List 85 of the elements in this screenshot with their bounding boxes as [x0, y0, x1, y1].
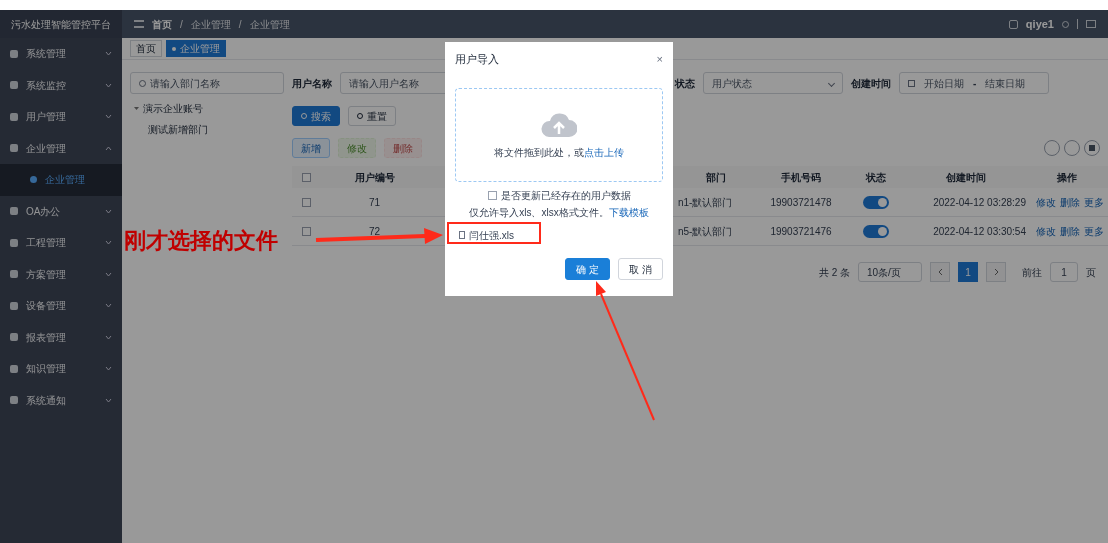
- action-link[interactable]: 删除: [1060, 223, 1080, 239]
- goto-label: 前往: [1022, 265, 1042, 280]
- tab[interactable]: 首页: [130, 40, 162, 57]
- checkbox[interactable]: [487, 191, 497, 200]
- field-label: 创建时间: [851, 76, 891, 91]
- upload-dropzone[interactable]: 将文件拖到此处，或点击上传: [455, 88, 663, 182]
- action-link[interactable]: 修改: [1036, 194, 1056, 210]
- date-range-field[interactable]: 开始日期 - 结束日期: [899, 72, 1049, 94]
- sidebar-subitem[interactable]: 企业管理: [0, 164, 122, 196]
- sidebar-item[interactable]: 工程管理: [0, 227, 122, 259]
- search-field[interactable]: 请输入部门名称: [130, 72, 284, 94]
- table-cell-text: 2022-04-12 03:28:29: [932, 195, 1026, 210]
- breadcrumb-item[interactable]: 首页: [152, 16, 172, 32]
- date-separator: -: [973, 76, 977, 91]
- annotation-text: 刚才选择的文件: [124, 230, 278, 252]
- add-button[interactable]: 新增: [292, 138, 330, 158]
- action-link[interactable]: 修改: [1036, 223, 1056, 239]
- previous-page-button[interactable]: [930, 262, 950, 282]
- tree-node[interactable]: 测试新增部门: [148, 122, 208, 137]
- search-button[interactable]: 搜索: [292, 106, 340, 126]
- column-header: 部门: [705, 170, 727, 185]
- dropzone-text: 将文件拖到此处，或点击上传: [494, 145, 624, 160]
- tree-node[interactable]: 演示企业账号: [143, 101, 203, 116]
- sidebar-item[interactable]: 报表管理: [0, 321, 122, 353]
- confirm-button[interactable]: 确 定: [565, 258, 611, 280]
- dialog-title: 用户导入: [455, 51, 499, 67]
- status-select[interactable]: 用户状态: [703, 72, 843, 94]
- chevron-left-icon: [937, 268, 943, 276]
- sidebar-item[interactable]: 方案管理: [0, 258, 122, 290]
- username-input[interactable]: 请输入用户名称: [349, 75, 561, 91]
- breadcrumb-item[interactable]: 企业管理: [190, 16, 231, 32]
- sidebar-item[interactable]: 企业管理: [0, 132, 122, 164]
- page-input[interactable]: 1: [1050, 262, 1078, 282]
- close-button[interactable]: ×: [656, 50, 663, 68]
- action-link[interactable]: 删除: [1060, 194, 1080, 210]
- goto-suffix: 页: [1086, 265, 1096, 280]
- upload-link[interactable]: 点击上传: [584, 146, 624, 158]
- status-input[interactable]: 用户状态: [712, 75, 825, 91]
- reset-button[interactable]: 重置: [348, 106, 396, 126]
- user-name[interactable]: qiye1: [1025, 15, 1054, 33]
- total-count: 共 2 条: [818, 265, 850, 280]
- format-hint: 仅允许导入xls、xlsx格式文件。: [469, 206, 609, 220]
- end-date-field[interactable]: 结束日期: [980, 75, 1031, 91]
- field-label: 用户名称: [292, 76, 332, 91]
- table-cell-text: n5-默认部门: [677, 224, 734, 239]
- table-cell-text: 19903721478: [769, 195, 833, 210]
- sidebar-item[interactable]: 系统监控: [0, 69, 122, 101]
- search-input[interactable]: 请输入部门名称: [150, 75, 275, 91]
- sidebar-item[interactable]: 用户管理: [0, 101, 122, 133]
- next-page-button[interactable]: [986, 262, 1006, 282]
- table-cell-text: 2022-04-12 03:30:54: [932, 224, 1026, 239]
- toggle-switch[interactable]: [863, 224, 889, 238]
- chevron-right-icon: [993, 268, 999, 276]
- sidebar-item[interactable]: 设备管理: [0, 290, 122, 322]
- table-cell-text: n1-默认部门: [677, 195, 734, 210]
- menu-icon[interactable]: [134, 20, 144, 28]
- breadcrumb-separator: /: [238, 17, 242, 32]
- start-date-field[interactable]: 开始日期: [919, 75, 969, 91]
- template-link[interactable]: 下载模板: [608, 205, 649, 220]
- breadcrumb-separator: /: [180, 17, 183, 32]
- column-header: 用户编号: [353, 170, 396, 185]
- toggle-switch[interactable]: [863, 195, 889, 209]
- column-header: 创建时间: [945, 170, 987, 185]
- file-name[interactable]: 闫仕强.xls: [469, 227, 514, 243]
- tab[interactable]: 企业管理: [166, 40, 226, 57]
- table-cell-text: 19903721476: [769, 224, 833, 239]
- column-header: 状态: [864, 170, 887, 185]
- page-button[interactable]: 1: [958, 262, 978, 282]
- table-cell-text: 72: [368, 224, 381, 239]
- sidebar-item[interactable]: 知识管理: [0, 353, 122, 385]
- page-size-select[interactable]: 10条/页: [858, 262, 922, 282]
- column-header: 手机号码: [780, 170, 822, 185]
- action-link[interactable]: 更多: [1084, 223, 1104, 239]
- checkbox-label: 是否更新已经存在的用户数据: [500, 189, 631, 203]
- sidebar-item[interactable]: 系统管理: [0, 38, 122, 70]
- checkbox[interactable]: [302, 172, 311, 182]
- cancel-button[interactable]: 取 消: [618, 258, 663, 280]
- sidebar-item[interactable]: 系统通知: [0, 384, 122, 416]
- action-link[interactable]: 更多: [1084, 194, 1104, 210]
- table-cell-text: 71: [368, 195, 381, 210]
- field-label: 状态: [675, 76, 695, 91]
- checkbox[interactable]: [302, 226, 311, 236]
- column-header: 操作: [1056, 170, 1078, 185]
- breadcrumb-item[interactable]: 企业管理: [249, 16, 290, 32]
- checkbox[interactable]: [302, 197, 311, 207]
